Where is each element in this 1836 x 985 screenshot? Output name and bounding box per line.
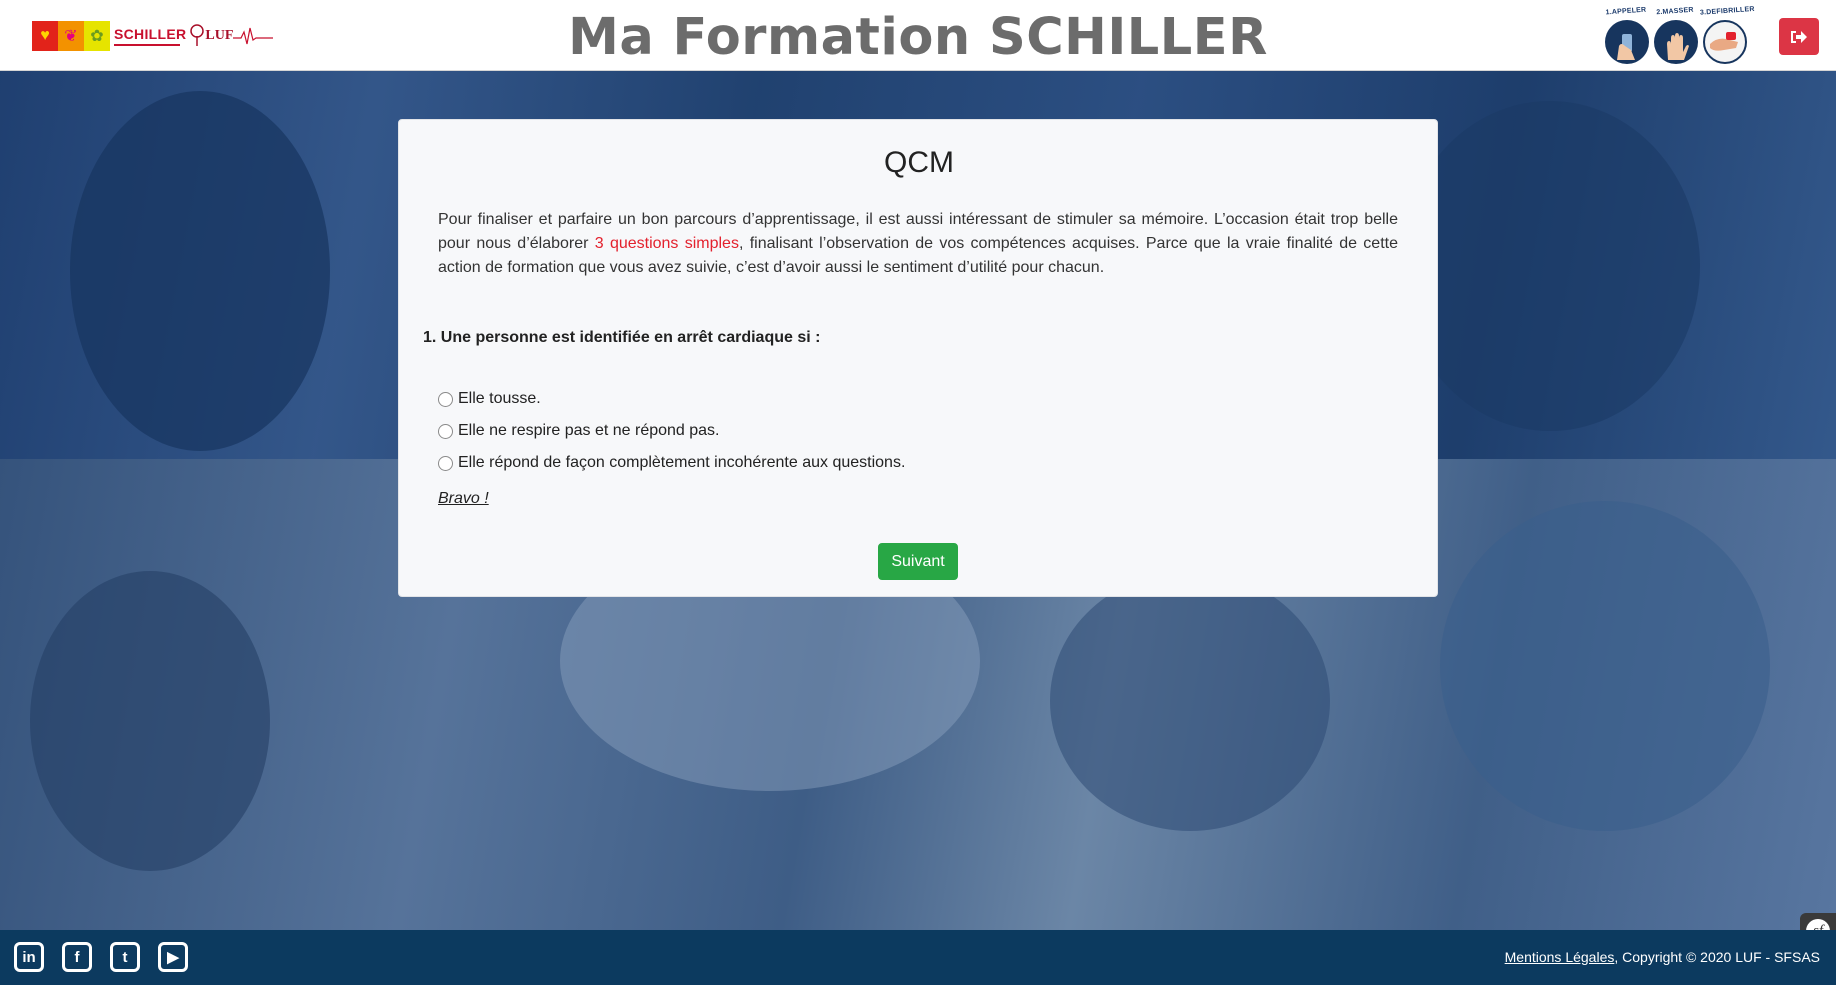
answer-radio[interactable] <box>438 455 453 471</box>
answer-label: Elle ne respire pas et ne répond pas. <box>458 422 720 439</box>
top-header: ♥ ❦ ✿ SCHILLER LUF Ma Formation SCHILLER… <box>0 0 1836 71</box>
steps-badges: 1.APPELER 2.MASSER 3.DEFIBRILLER <box>1602 5 1755 64</box>
copyright-text: , Copyright © 2020 LUF - SFSAS <box>1614 949 1820 965</box>
answer-options: Elle tousse. Elle ne respire pas et ne r… <box>438 383 905 479</box>
answer-radio[interactable] <box>438 391 453 407</box>
twitter-icon[interactable]: t <box>110 942 140 972</box>
defibrillator-icon <box>1710 32 1738 51</box>
answer-label: Elle répond de façon complètement incohé… <box>458 454 906 471</box>
answer-feedback: Bravo ! <box>438 490 489 507</box>
footer: in f t ▶ Mentions Légales, Copyright © 2… <box>0 930 1836 985</box>
hand-icon <box>1667 33 1689 60</box>
step-call: 1.APPELER <box>1602 6 1650 64</box>
intro-highlight: 3 questions simples <box>594 235 739 252</box>
quiz-card: QCM Pour finaliser et parfaire un bon pa… <box>398 119 1438 597</box>
answer-label: Elle tousse. <box>458 390 541 407</box>
social-links: in f t ▶ <box>14 942 206 972</box>
legal-notice-link[interactable]: Mentions Légales <box>1505 949 1615 965</box>
linkedin-icon[interactable]: in <box>14 942 44 972</box>
answer-radio[interactable] <box>438 423 453 439</box>
facebook-icon[interactable]: f <box>62 942 92 972</box>
quiz-intro: Pour finaliser et parfaire un bon parcou… <box>438 211 1398 276</box>
answer-option[interactable]: Elle tousse. <box>438 383 905 415</box>
next-button[interactable]: Suivant <box>878 543 958 580</box>
answer-option[interactable]: Elle répond de façon complètement incohé… <box>438 447 905 479</box>
step-label: 1.APPELER <box>1605 6 1647 17</box>
step-massage: 2.MASSER <box>1651 6 1699 64</box>
phone-hand-icon <box>1617 34 1635 60</box>
question-text: 1. Une personne est identifiée en arrêt … <box>423 329 821 346</box>
footer-copyright: Mentions Légales, Copyright © 2020 LUF -… <box>1505 949 1820 965</box>
step-label: 2.MASSER <box>1656 6 1694 17</box>
step-defibrillate: 3.DEFIBRILLER <box>1699 5 1755 64</box>
page-title: Ma Formation SCHILLER <box>568 8 1268 67</box>
answer-option[interactable]: Elle ne respire pas et ne répond pas. <box>438 415 905 447</box>
quiz-title: QCM <box>884 146 954 179</box>
sign-out-icon <box>1791 30 1807 43</box>
step-label: 3.DEFIBRILLER <box>1699 5 1755 17</box>
youtube-icon[interactable]: ▶ <box>158 942 188 972</box>
logout-button[interactable] <box>1779 18 1819 55</box>
